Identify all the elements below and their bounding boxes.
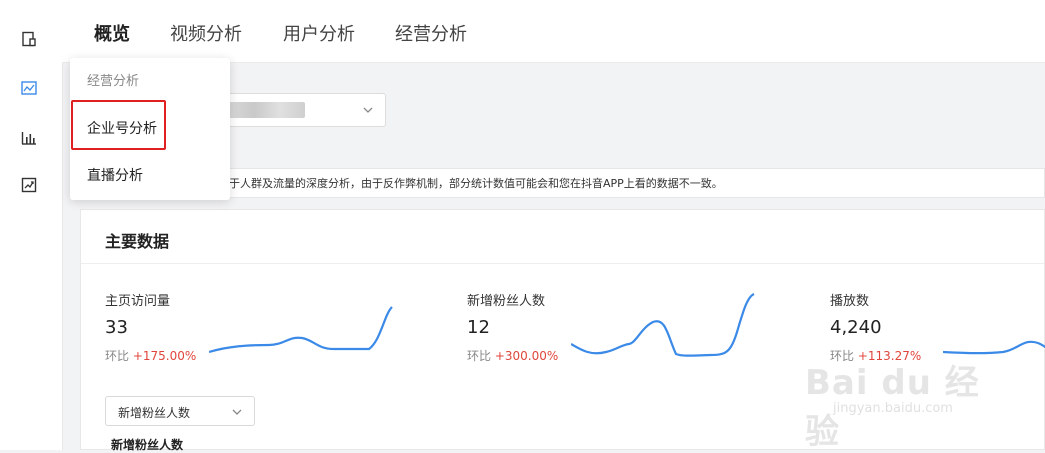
tab-user-analysis[interactable]: 用户分析 <box>283 20 355 46</box>
business-analysis-dropdown: 经营分析 企业号分析 直播分析 <box>70 58 230 200</box>
metric-select-value: 新增粉丝人数 <box>118 406 191 420</box>
chevron-down-icon <box>232 409 242 415</box>
chevron-down-icon <box>363 107 373 113</box>
metric-value: 33 <box>105 317 128 338</box>
metric-label: 播放数 <box>830 294 870 309</box>
metric-value: 12 <box>467 317 490 338</box>
metric-select[interactable]: 新增粉丝人数 <box>105 396 255 426</box>
metric-compare: 环比 +175.00% <box>105 349 197 363</box>
sparkline-homepage-visits <box>209 306 393 354</box>
document-icon[interactable] <box>20 30 38 48</box>
tab-overview[interactable]: 概览 <box>94 20 130 46</box>
metric-compare: 环比 +300.00% <box>467 349 559 363</box>
trend-report-icon[interactable] <box>20 176 38 194</box>
divider <box>81 263 1044 264</box>
tab-business-analysis[interactable]: 经营分析 <box>395 20 467 46</box>
chart-title: 新增粉丝人数 <box>111 438 184 452</box>
watermark-url: jingyan.baidu.com <box>833 401 953 416</box>
dropdown-header: 经营分析 <box>87 74 140 89</box>
bar-chart-icon[interactable] <box>20 129 38 147</box>
blurred-account-name <box>229 102 305 118</box>
menu-item-live-analysis[interactable]: 直播分析 <box>87 165 143 185</box>
menu-item-enterprise-analysis[interactable]: 企业号分析 <box>87 118 157 138</box>
data-notice: 于人群及流量的深度分析，由于反作弊机制，部分统计数值可能会和您在抖音APP上看的… <box>200 168 1045 198</box>
metric-label: 新增粉丝人数 <box>467 294 546 309</box>
top-nav: 概览 视频分析 用户分析 经营分析 <box>62 0 1045 63</box>
sidebar <box>0 0 63 450</box>
tab-video-analysis[interactable]: 视频分析 <box>170 20 242 46</box>
panel-title: 主要数据 <box>105 232 170 251</box>
sparkline-new-followers <box>571 292 755 357</box>
baidu-watermark: Bai du 经验 jingyan.baidu.com <box>805 355 1005 452</box>
account-select[interactable] <box>218 93 386 127</box>
image-chart-icon[interactable] <box>20 79 38 97</box>
metric-value: 4,240 <box>830 317 882 338</box>
metric-label: 主页访问量 <box>105 294 171 309</box>
